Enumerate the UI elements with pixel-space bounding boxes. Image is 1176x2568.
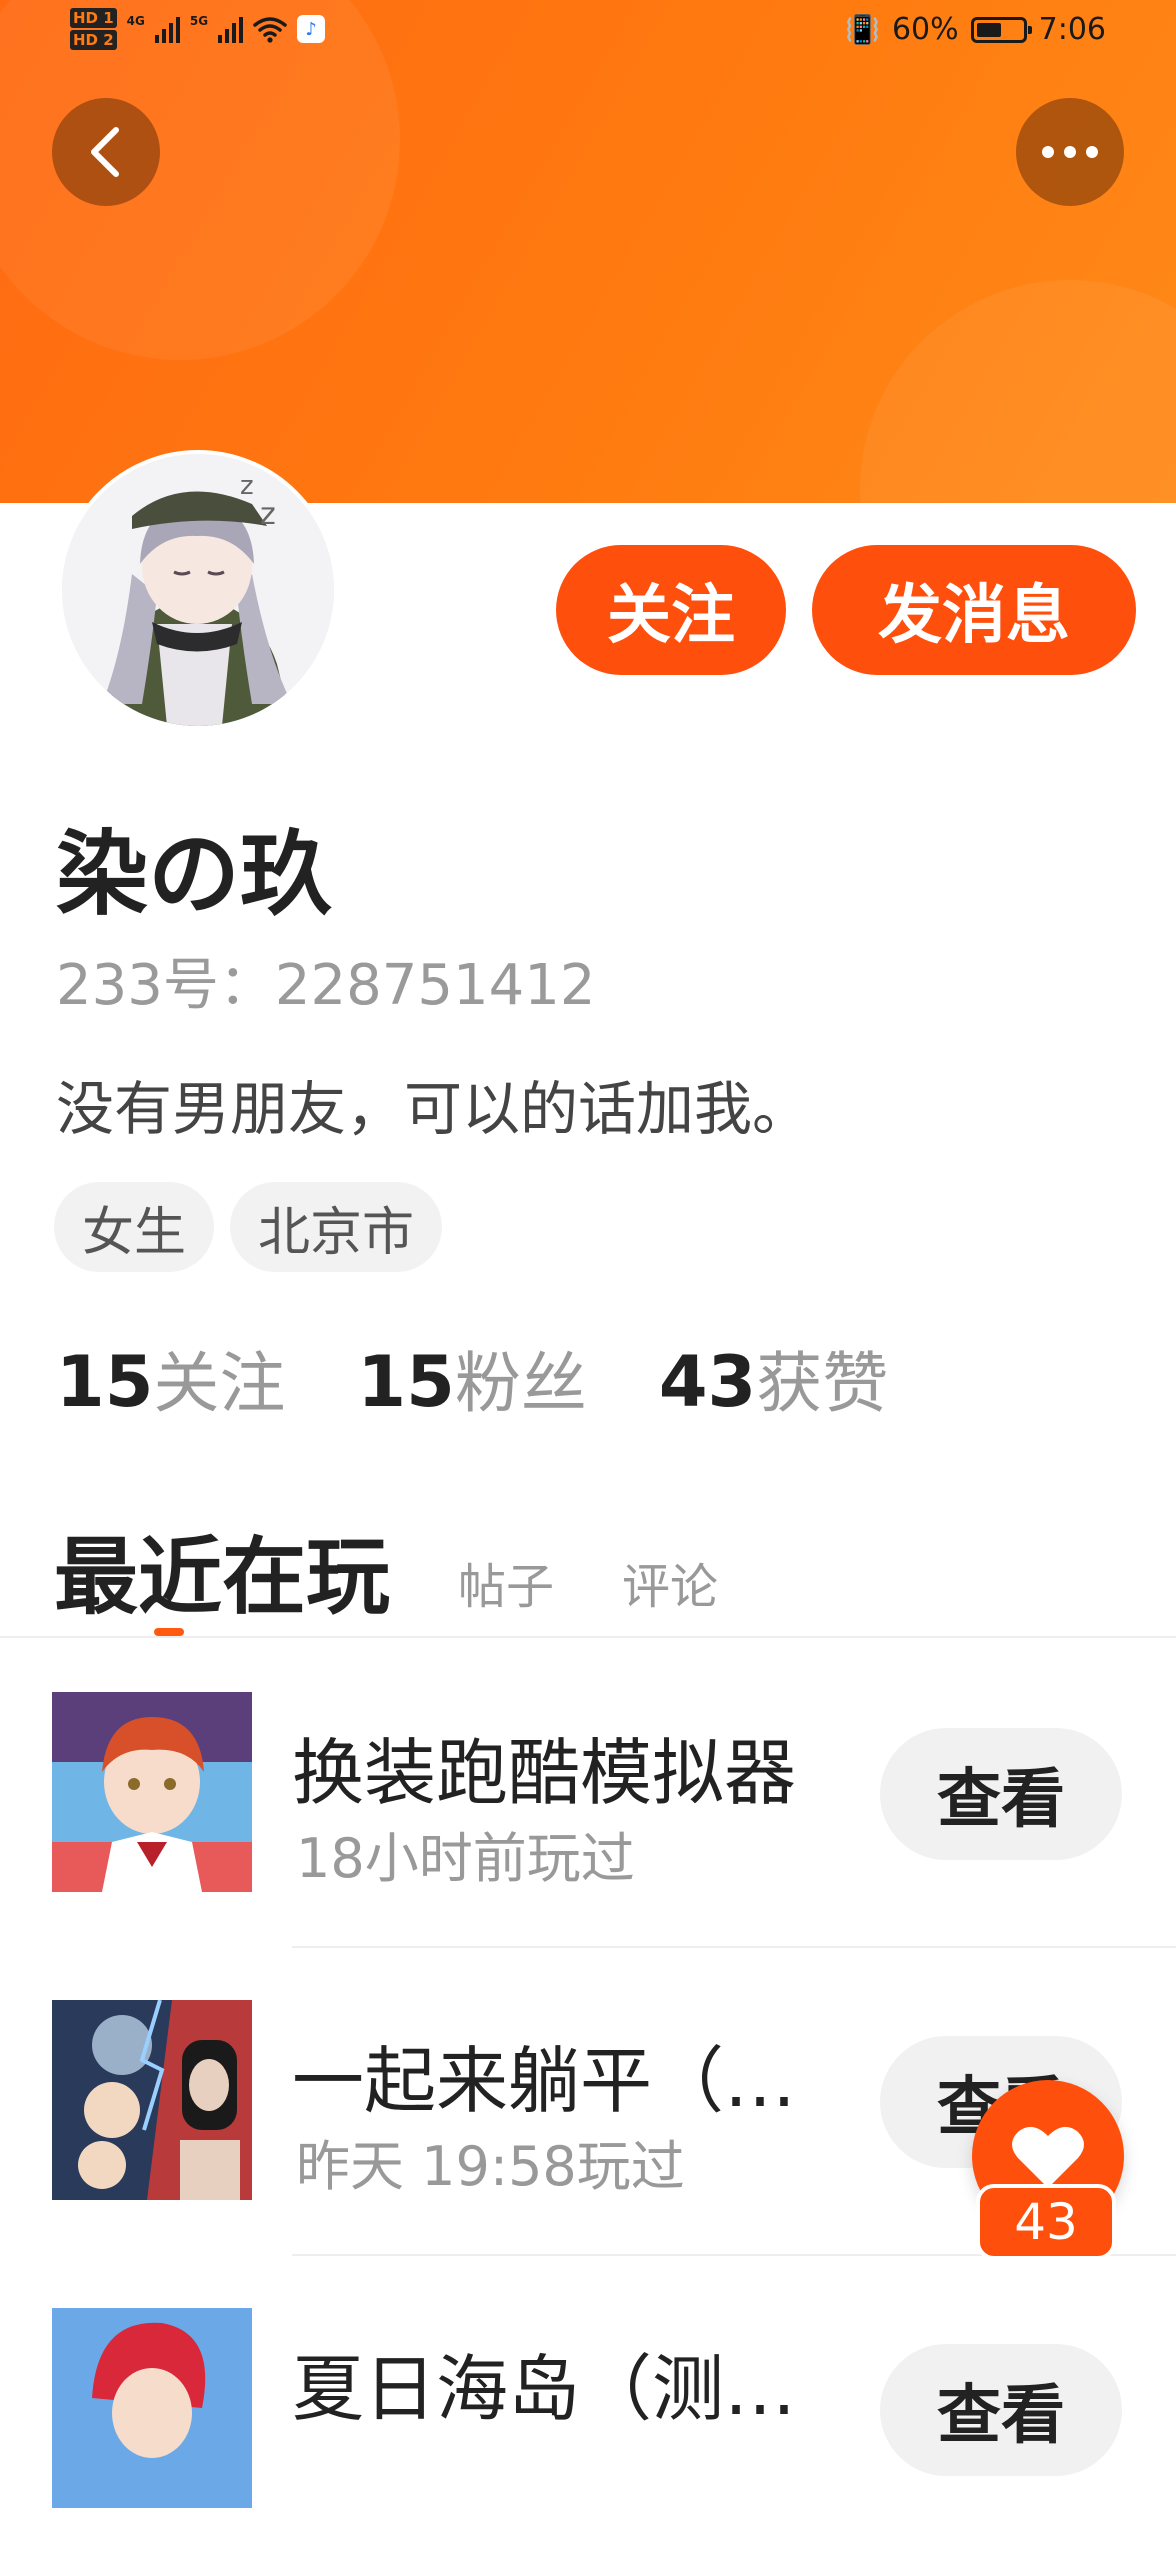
- tab-comments[interactable]: 评论: [622, 1547, 718, 1631]
- battery-icon: [970, 16, 1032, 43]
- stat-following-label: 关注: [153, 1345, 286, 1422]
- game-played-time: 昨天 19:58玩过: [296, 2135, 685, 2198]
- tab-divider: [0, 1636, 1176, 1638]
- battery-percent: 60%: [891, 12, 959, 47]
- vibrate-icon: 📳: [845, 13, 880, 46]
- game-thumbnail-art: [52, 2308, 252, 2508]
- heart-icon: [1012, 2126, 1084, 2188]
- like-count-badge: 43: [976, 2184, 1116, 2260]
- header-background: [0, 0, 1176, 503]
- stats-row: 15关注 15粉丝 43获赞: [56, 1330, 888, 1426]
- game-title: 夏日海岛（测…: [292, 2347, 797, 2431]
- tab-bar: 最近在玩 帖子 评论: [54, 1510, 718, 1631]
- status-bar: HD 1 HD 2 4G 5G ♪ 📳 60% 7:06: [0, 0, 1176, 70]
- tab-posts[interactable]: 帖子: [458, 1547, 554, 1631]
- view-button[interactable]: 查看: [880, 2344, 1122, 2476]
- game-thumbnail-art: [52, 2000, 252, 2200]
- game-thumbnail: [52, 2000, 252, 2200]
- game-title: 换装跑酷模拟器: [292, 1731, 797, 1815]
- status-bar-left: HD 1 HD 2 4G 5G ♪: [70, 8, 326, 50]
- stat-likes: 43获赞: [659, 1330, 888, 1426]
- gender-tag: 女生: [54, 1182, 215, 1272]
- stat-fans-count: 15: [357, 1341, 455, 1423]
- list-item[interactable]: 换装跑酷模拟器 18小时前玩过 查看: [0, 1692, 1176, 1952]
- game-title: 一起来躺平（…: [292, 2039, 797, 2123]
- tab-recently-played[interactable]: 最近在玩: [54, 1510, 390, 1631]
- stat-fans[interactable]: 15粉丝: [357, 1330, 586, 1426]
- status-bar-right: 📳 60% 7:06: [845, 12, 1106, 47]
- stat-likes-count: 43: [658, 1341, 757, 1423]
- tab-active-indicator: [154, 1628, 184, 1636]
- send-message-button[interactable]: 发消息: [812, 545, 1136, 675]
- svg-text:z: z: [240, 471, 254, 501]
- more-dots-icon: [1042, 146, 1098, 158]
- stat-following-count: 15: [56, 1341, 154, 1423]
- user-id: 233号：228751412: [56, 953, 596, 1018]
- network-type-2: 5G: [189, 14, 209, 28]
- profile-tags: 女生 北京市: [54, 1182, 443, 1272]
- row-divider: [292, 1946, 1176, 1948]
- signal-icon: [154, 15, 180, 43]
- avatar[interactable]: z z: [58, 450, 338, 730]
- stat-fans-label: 粉丝: [454, 1345, 587, 1422]
- game-played-time: 18小时前玩过: [296, 1827, 635, 1890]
- network-type-1: 4G: [126, 14, 145, 28]
- location-tag: 北京市: [230, 1182, 443, 1272]
- music-app-icon: ♪: [297, 15, 326, 43]
- view-button[interactable]: 查看: [880, 1728, 1122, 1860]
- follow-button[interactable]: 关注: [556, 545, 786, 675]
- battery-fill: [976, 22, 1001, 37]
- hd2-badge: HD 2: [70, 30, 117, 50]
- signal-icon: [218, 15, 244, 43]
- stat-following[interactable]: 15关注: [56, 1330, 285, 1426]
- more-button[interactable]: [1016, 98, 1124, 206]
- nickname: 染の玖: [56, 821, 333, 928]
- header-decoration: [860, 280, 1176, 503]
- stat-likes-label: 获赞: [756, 1345, 889, 1422]
- game-thumbnail: [52, 2308, 252, 2508]
- game-thumbnail: [52, 1692, 252, 1892]
- wifi-icon: [253, 17, 287, 43]
- list-item[interactable]: 夏日海岛（测… 查看: [0, 2308, 1176, 2568]
- game-thumbnail-art: [52, 1692, 252, 1892]
- svg-text:z: z: [260, 497, 276, 532]
- bio: 没有男朋友，可以的话加我。: [56, 1075, 811, 1143]
- clock: 7:06: [1038, 12, 1106, 47]
- back-button[interactable]: [52, 98, 160, 206]
- hd1-badge: HD 1: [70, 8, 117, 28]
- avatar-illustration: z z: [62, 454, 334, 726]
- hd-indicators: HD 1 HD 2: [70, 8, 117, 50]
- chevron-left-icon: [91, 127, 119, 177]
